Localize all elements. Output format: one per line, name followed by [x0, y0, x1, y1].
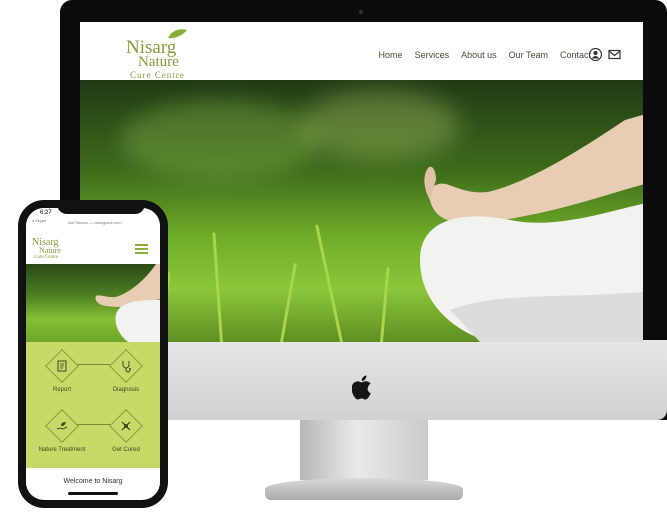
feature-label: Diagnosis	[112, 387, 140, 393]
grass-blade	[212, 232, 223, 342]
feature-label: Get Cured	[112, 447, 140, 453]
camera-dot	[359, 10, 363, 14]
site-logo[interactable]: Nisarg Nature Cure Centre	[124, 28, 204, 80]
nav-team[interactable]: Our Team	[509, 49, 548, 61]
home-indicator[interactable]	[68, 492, 118, 495]
nav-services[interactable]: Services	[415, 49, 450, 61]
nav-about[interactable]: About us	[461, 49, 497, 61]
mobile-hero-image	[26, 264, 160, 342]
grass-blade	[380, 267, 390, 342]
imac-stand-neck	[300, 420, 428, 480]
grass-blade	[315, 224, 343, 342]
feature-diagnosis[interactable]: Diagnosis	[96, 349, 156, 394]
hand-cured-icon	[121, 421, 131, 431]
logo-line3: Cure Centre	[130, 70, 185, 80]
feature-label: Report	[52, 387, 71, 393]
hand-leaf-icon	[56, 422, 68, 430]
user-icon[interactable]	[589, 48, 602, 61]
phone-notch	[57, 200, 145, 214]
imac-stand-base	[265, 478, 463, 500]
welcome-heading: Welcome to Nisarg	[26, 470, 160, 494]
feature-get-cured[interactable]: Get Cured	[96, 409, 156, 454]
status-time: 6:27	[40, 210, 52, 216]
feature-label: Nature Treatment	[38, 447, 86, 453]
nav-icons	[589, 48, 621, 61]
main-nav: Home Services About us Our Team Contact	[379, 49, 591, 61]
status-back[interactable]: ◂ Skype	[32, 218, 46, 223]
mobile-logo-line3: Cure Centre	[34, 255, 59, 260]
apple-logo-icon	[352, 375, 371, 400]
hero-bokeh	[120, 100, 320, 180]
mobile-header: Nisarg Nature Cure Centre	[26, 230, 160, 264]
logo-line2: Nature	[138, 54, 179, 70]
mobile-logo-line2: Nature	[39, 246, 61, 255]
stethoscope-icon	[122, 361, 131, 373]
meditating-leg	[420, 203, 643, 342]
feature-nature-treatment[interactable]: Nature Treatment	[32, 409, 92, 454]
meditating-figure	[95, 264, 160, 342]
nav-home[interactable]: Home	[379, 49, 403, 61]
mobile-logo[interactable]: Nisarg Nature Cure Centre	[32, 234, 72, 262]
nav-contact[interactable]: Contact	[560, 49, 591, 61]
address-bar[interactable]: Not Secure — nisargcure.com	[68, 220, 122, 225]
mail-icon[interactable]	[608, 48, 621, 61]
features-section: Report Diagnosis Nature Treatment Get Cu…	[26, 342, 160, 468]
mobile-screen: 6:27 ◂ Skype Not Secure — nisargcure.com…	[26, 208, 160, 500]
site-header: Nisarg Nature Cure Centre Home Services …	[80, 22, 643, 80]
feature-report[interactable]: Report	[32, 349, 92, 394]
report-icon	[57, 360, 67, 372]
grass-blade	[280, 262, 297, 342]
hamburger-menu-icon[interactable]	[135, 244, 148, 254]
